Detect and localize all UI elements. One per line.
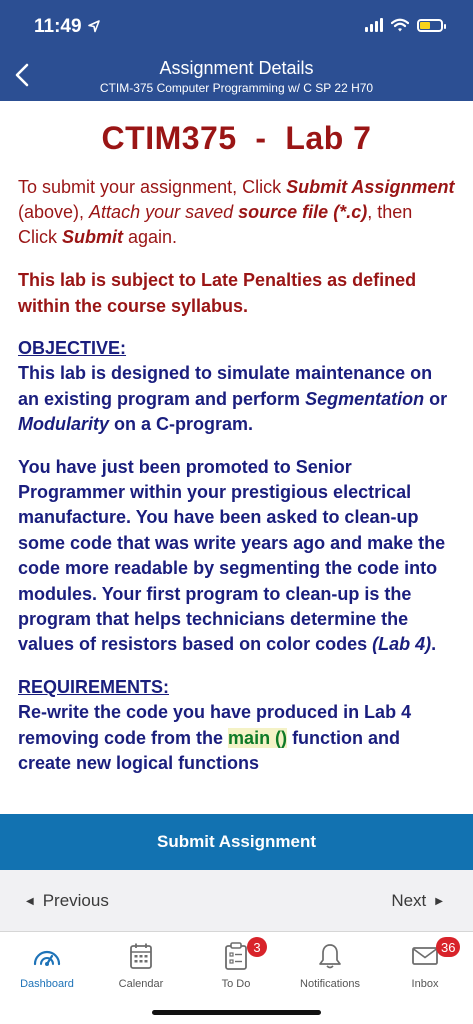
submit-instructions: To submit your assignment, Click Submit … — [18, 177, 455, 247]
battery-icon — [417, 18, 446, 32]
todo-badge: 3 — [247, 937, 267, 957]
inbox-badge: 36 — [436, 937, 461, 957]
home-indicator[interactable] — [152, 1010, 321, 1015]
tab-label: Calendar — [118, 978, 164, 990]
submit-assignment-button[interactable]: Submit Assignment — [0, 814, 473, 870]
late-penalty-notice: This lab is subject to Late Penalties as… — [18, 270, 417, 316]
tab-inbox[interactable]: 36 Inbox — [378, 937, 472, 990]
pager: ◀ Previous Next ▶ — [0, 870, 473, 932]
location-arrow-icon — [88, 20, 100, 33]
assignment-content[interactable]: CTIM375 - Lab 7 To submit your assignmen… — [0, 101, 473, 814]
todo-icon — [225, 942, 247, 970]
status-time: 11:49 — [34, 16, 101, 38]
app-header: 11:49 Assignment Details CTIM-375 Comput… — [0, 0, 473, 101]
tab-label: To Do — [221, 978, 251, 990]
lab-title: CTIM375 - Lab 7 — [101, 120, 372, 156]
bell-icon — [319, 944, 341, 969]
dashboard-icon — [33, 950, 61, 966]
previous-label: Previous — [42, 891, 109, 910]
wifi-icon — [391, 18, 409, 32]
requirements-heading: REQUIREMENTS: — [18, 676, 170, 697]
caret-right-icon: ▶ — [435, 895, 443, 907]
objective-heading: OBJECTIVE: — [18, 338, 127, 358]
tab-label: Inbox — [411, 978, 439, 990]
caret-left-icon: ◀ — [26, 895, 34, 907]
calendar-icon — [130, 943, 152, 969]
mail-icon — [412, 947, 438, 965]
scenario-text: You have just been promoted to Senior Pr… — [18, 456, 446, 655]
cellular-signal-icon — [365, 18, 383, 32]
objective-text: This lab is designed to simulate mainten… — [18, 363, 448, 435]
tab-dashboard[interactable]: Dashboard — [0, 937, 94, 990]
previous-button[interactable]: ◀ Previous — [26, 891, 109, 911]
tab-notifications[interactable]: Notifications — [283, 937, 377, 990]
tab-todo[interactable]: 3 To Do — [189, 937, 283, 990]
tab-label: Notifications — [300, 978, 360, 990]
requirements-text: Re-write the code you have produced in L… — [18, 702, 412, 774]
next-label: Next — [391, 891, 427, 910]
next-button[interactable]: Next ▶ — [391, 891, 443, 911]
status-indicators — [365, 18, 446, 32]
course-subtitle: CTIM-375 Computer Programming w/ C SP 22… — [99, 81, 374, 95]
tab-calendar[interactable]: Calendar — [94, 937, 188, 990]
tab-label: Dashboard — [20, 978, 74, 990]
page-title: Assignment Details — [159, 58, 314, 78]
